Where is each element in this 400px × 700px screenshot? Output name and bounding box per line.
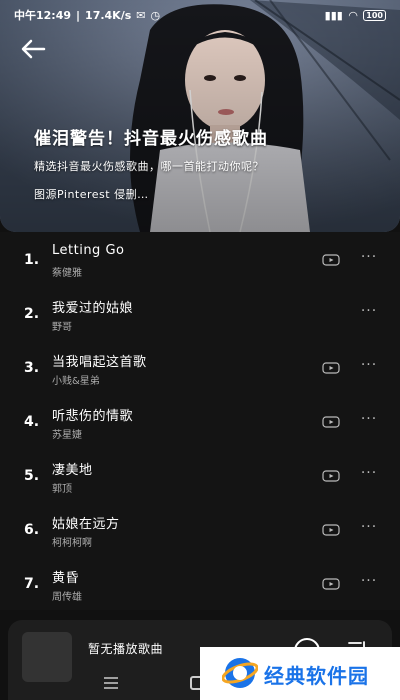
song-row[interactable]: 4. 听悲伤的情歌 苏星婕 ··· [0,394,400,448]
more-dots-icon[interactable]: ··· [360,358,378,374]
menu-icon[interactable] [103,676,119,690]
video-icon[interactable] [322,470,340,482]
song-artist: 周传雄 [52,592,82,603]
status-time: 中午12:49 [14,9,72,22]
battery-icon: 100 [363,9,386,21]
song-number: 6. [24,522,40,538]
song-row[interactable]: 6. 姑娘在远方 柯柯柯啊 ··· [0,502,400,556]
song-title: 凄美地 [52,463,93,478]
song-number: 7. [24,576,40,592]
signal-icon: ▮▮▮ [324,8,343,22]
song-title: 当我唱起这首歌 [52,355,147,370]
song-title: Letting Go [52,243,125,258]
status-network-speed: 17.4K/s [85,8,132,22]
more-dots-icon[interactable]: ··· [360,412,378,428]
notification-icon: ✉ [136,8,146,22]
song-number: 4. [24,414,40,430]
more-dots-icon[interactable]: ··· [360,520,378,536]
song-artist: 蔡健雅 [52,268,82,279]
song-number: 3. [24,360,40,376]
song-title: 听悲伤的情歌 [52,409,134,424]
watermark: 经典软件园 [200,647,400,700]
video-icon[interactable] [322,254,340,266]
song-artist: 小贱&星弟 [52,376,100,387]
song-artist: 柯柯柯啊 [52,538,92,549]
song-row[interactable]: 1. Letting Go 蔡健雅 ··· [0,232,400,286]
song-artist: 野哥 [52,322,72,333]
more-dots-icon[interactable]: ··· [360,574,378,590]
playlist-subtitle: 精选抖音最火伤感歌曲，哪一首能打动你呢？ [34,160,264,173]
song-title: 我爱过的姑娘 [52,301,134,316]
song-row[interactable]: 2. 我爱过的姑娘 野哥 ··· [0,286,400,340]
song-number: 1. [24,252,40,268]
arrow-left-icon[interactable] [20,38,46,60]
song-title: 黄昏 [52,571,80,586]
video-icon[interactable] [322,524,340,536]
song-artist: 苏星婕 [52,430,82,441]
playlist-credit[interactable]: 图源Pinterest 侵删… [34,186,149,202]
watermark-text: 经典软件园 [264,664,369,688]
song-row[interactable]: 5. 凄美地 郭顶 ··· [0,448,400,502]
more-dots-icon[interactable]: ··· [360,466,378,482]
wifi-icon: ◠ [348,8,358,22]
more-dots-icon[interactable]: ··· [360,304,378,320]
song-artist: 郭顶 [52,484,72,495]
player-status: 暂无播放歌曲 [88,642,164,656]
more-dots-icon[interactable]: ··· [360,250,378,266]
song-title: 姑娘在远方 [52,517,120,532]
alarm-icon: ◷ [150,8,161,22]
video-icon[interactable] [322,416,340,428]
song-row[interactable]: 3. 当我唱起这首歌 小贱&星弟 ··· [0,340,400,394]
hero-banner: 中午12:49 | 17.4K/s ✉ ◷ ▮▮▮ ◠ 100 催泪警告！抖音最… [0,0,400,232]
video-icon[interactable] [322,362,340,374]
song-row[interactable]: 7. 黄昏 周传雄 ··· [0,556,400,610]
status-bar: 中午12:49 | 17.4K/s ✉ ◷ ▮▮▮ ◠ 100 [14,6,386,24]
status-divider: | [76,8,81,22]
song-list: 1. Letting Go 蔡健雅 ··· 2. 我爱过的姑娘 野哥 ··· 3… [0,232,400,610]
song-number: 5. [24,468,40,484]
watermark-logo [222,658,258,688]
video-icon[interactable] [322,578,340,590]
song-number: 2. [24,306,40,322]
playlist-title: 催泪警告！抖音最火伤感歌曲 [34,129,268,149]
